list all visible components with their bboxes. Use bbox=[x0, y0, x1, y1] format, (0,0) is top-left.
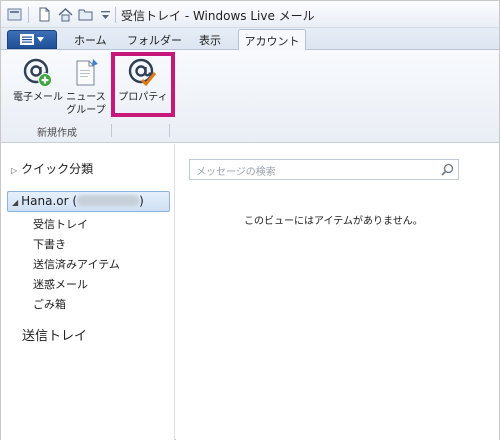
tab-view[interactable]: 表示 bbox=[199, 32, 221, 48]
ribbon-tab-row: ホーム フォルダー 表示 アカウント bbox=[1, 28, 499, 51]
email-account-button[interactable]: 電子メール bbox=[13, 58, 63, 104]
tab-folder[interactable]: フォルダー bbox=[127, 32, 182, 48]
title-bar: 受信トレイ - Windows Live メール bbox=[1, 1, 499, 28]
menu-icon bbox=[20, 34, 34, 45]
tab-home[interactable]: ホーム bbox=[74, 32, 107, 48]
outbox-label[interactable]: 送信トレイ bbox=[22, 325, 87, 344]
folder-pane: ▷ クイック分類 ◢ Hana.or () 受信トレイ 下書き 送信済みアイテム 迷… bbox=[1, 144, 175, 440]
ribbon-group-separator bbox=[169, 124, 170, 137]
expand-arrow-icon: ▷ bbox=[11, 166, 18, 175]
ribbon-group-new-label: 新規作成 bbox=[37, 128, 77, 139]
qat-separator bbox=[28, 7, 29, 23]
tab-account[interactable]: アカウント bbox=[238, 29, 306, 51]
dropdown-icon[interactable] bbox=[98, 7, 113, 22]
search-placeholder: メッセージの検索 bbox=[196, 167, 276, 178]
newsgroup-button[interactable]: ニュース グループ bbox=[65, 58, 107, 117]
newsgroup-label-line1: ニュース bbox=[66, 92, 106, 103]
message-list-pane: メッセージの検索 このビューにはアイテムがありません。 bbox=[176, 144, 499, 440]
properties-highlight-box bbox=[111, 52, 175, 117]
qat-separator bbox=[115, 7, 116, 23]
app-window: 受信トレイ - Windows Live メール ホーム フォルダー 表示 アカ… bbox=[0, 0, 500, 440]
newsgroup-label-line2: グループ bbox=[66, 105, 106, 116]
folder-inbox[interactable]: 受信トレイ bbox=[33, 216, 88, 232]
window-title: 受信トレイ - Windows Live メール bbox=[121, 9, 315, 23]
newsgroup-icon bbox=[76, 59, 98, 86]
search-input[interactable]: メッセージの検索 bbox=[189, 159, 459, 180]
search-icon[interactable] bbox=[441, 163, 454, 176]
collapse-arrow-icon: ◢ bbox=[12, 198, 19, 207]
chevron-down-icon bbox=[37, 37, 44, 42]
quick-views-label: クイック分類 bbox=[21, 162, 94, 176]
new-document-icon[interactable] bbox=[37, 7, 52, 22]
account-node[interactable]: ◢ Hana.or () bbox=[7, 191, 170, 212]
folder-drafts[interactable]: 下書き bbox=[33, 236, 66, 252]
folder-trash[interactable]: ごみ箱 bbox=[33, 296, 66, 312]
email-add-icon bbox=[23, 58, 52, 87]
account-suffix: ) bbox=[139, 194, 144, 208]
folder-junk[interactable]: 迷惑メール bbox=[33, 276, 88, 292]
account-prefix: Hana.or ( bbox=[21, 194, 78, 208]
app-icon bbox=[7, 8, 22, 21]
quick-views-header[interactable]: ▷ クイック分類 bbox=[11, 160, 93, 177]
ribbon-group-separator bbox=[111, 124, 112, 137]
folder-icon[interactable] bbox=[78, 7, 93, 22]
account-name-blurred bbox=[77, 195, 140, 206]
email-account-label: 電子メール bbox=[13, 92, 63, 103]
file-menu-button[interactable] bbox=[7, 30, 57, 49]
empty-view-message: このビューにはアイテムがありません。 bbox=[244, 216, 423, 227]
ribbon: 電子メール ニュース グループ プロパティ 新規作成 bbox=[1, 50, 499, 143]
home-icon[interactable] bbox=[58, 7, 73, 22]
folder-sent[interactable]: 送信済みアイテム bbox=[33, 256, 120, 272]
